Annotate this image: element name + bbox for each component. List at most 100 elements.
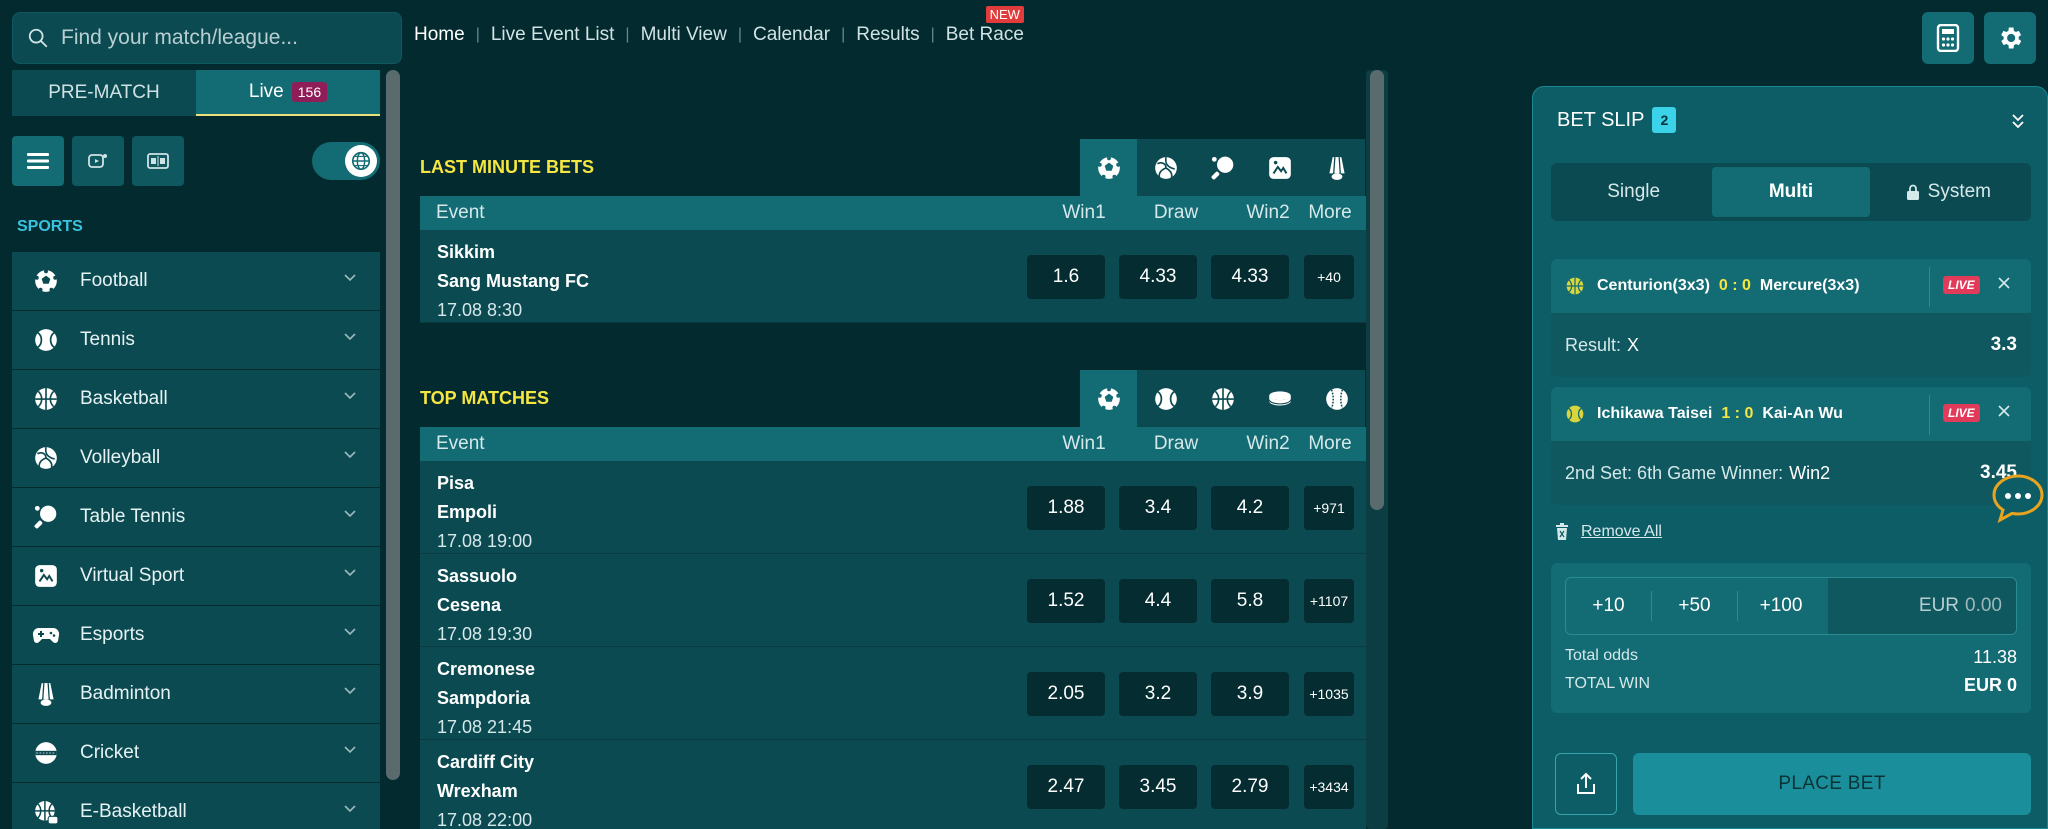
sidebar-item-badminton[interactable]: Badminton (12, 665, 380, 723)
tab-tennis[interactable] (1137, 370, 1194, 427)
odds-win2-button[interactable]: 4.33 (1211, 255, 1289, 299)
bet-market: Result: X 3.3 (1551, 313, 2031, 377)
bet-slip-header: BET SLIP 2 (1557, 107, 1677, 133)
odds-win1-button[interactable]: 1.88 (1027, 486, 1105, 530)
odds-draw-button[interactable]: 3.2 (1119, 672, 1197, 716)
tab-volleyball[interactable] (1137, 139, 1194, 196)
sport-label: Cricket (80, 742, 140, 763)
odds-draw-button[interactable]: 4.33 (1119, 255, 1197, 299)
volleyball-icon (1153, 155, 1179, 181)
sidebar-item-volleyball[interactable]: Volleyball (12, 429, 380, 487)
sports-sidebar: PRE-MATCH Live 156 SPORTS Football Tenni… (12, 70, 380, 829)
tab-pre-match[interactable]: PRE-MATCH (12, 70, 196, 116)
sidebar-item-basketball[interactable]: Basketball (12, 370, 380, 428)
stake-amount-input[interactable]: EUR 0.00 (1828, 578, 2016, 634)
table-header: Event Win1 Draw Win2 More (420, 196, 1366, 230)
video-view-button[interactable] (72, 136, 124, 186)
tab-live[interactable]: Live 156 (196, 70, 380, 116)
nav-multi-view[interactable]: Multi View (641, 24, 727, 46)
last-minute-table: Event Win1 Draw Win2 More Sikkim Sang Mu… (420, 196, 1366, 323)
scoreboard-view-button[interactable] (132, 136, 184, 186)
list-view-button[interactable] (12, 136, 64, 186)
search-input[interactable] (61, 26, 381, 50)
quick-stake-50-button[interactable]: +50 (1652, 591, 1738, 621)
chevron-down-icon (344, 687, 356, 695)
odds-win2-button[interactable]: 4.2 (1211, 486, 1289, 530)
odds-win2-button[interactable]: 3.9 (1211, 672, 1289, 716)
place-bet-button[interactable]: PLACE BET (1633, 753, 2031, 815)
tab-ice-hockey[interactable] (1251, 370, 1308, 427)
remove-all-button[interactable]: Remove All (1555, 523, 1662, 541)
total-odds-row: Total odds 11.38 (1565, 647, 2017, 668)
match-row[interactable]: Cremonese Sampdoria 17.08 21:45 2.05 3.2… (420, 647, 1366, 740)
divider (1929, 395, 1930, 435)
match-row[interactable]: Pisa Empoli 17.08 19:00 1.88 3.4 4.2 +97… (420, 461, 1366, 554)
collapse-chevron-icon[interactable] (2011, 113, 2025, 129)
top-navigation: Home | Live Event List | Multi View | Ca… (414, 6, 1024, 46)
odds-win2-button[interactable]: 5.8 (1211, 579, 1289, 623)
odds-win1-button[interactable]: 1.52 (1027, 579, 1105, 623)
sidebar-item-cricket[interactable]: Cricket (12, 724, 380, 782)
tennis-ball-icon (1565, 404, 1585, 424)
sidebar-scrollbar[interactable] (386, 70, 400, 780)
tab-table-tennis[interactable] (1194, 139, 1251, 196)
tab-football[interactable] (1080, 139, 1137, 196)
quick-stake-10-button[interactable]: +10 (1566, 591, 1652, 621)
share-button[interactable] (1555, 753, 1617, 815)
odds-win1-button[interactable]: 2.05 (1027, 672, 1105, 716)
nav-live-event-list[interactable]: Live Event List (491, 24, 615, 46)
more-markets-button[interactable]: +971 (1304, 486, 1354, 530)
new-badge: NEW (985, 6, 1024, 23)
match-date: 17.08 8:30 (437, 300, 523, 320)
match-row[interactable]: Sassuolo Cesena 17.08 19:30 1.52 4.4 5.8… (420, 554, 1366, 647)
sidebar-item-table-tennis[interactable]: Table Tennis (12, 488, 380, 546)
odds-draw-button[interactable]: 3.45 (1119, 765, 1197, 809)
odds-win1-button[interactable]: 2.47 (1027, 765, 1105, 809)
sidebar-item-e-basketball[interactable]: E-Basketball (12, 783, 380, 829)
tab-system[interactable]: System (1870, 167, 2027, 217)
tab-football[interactable] (1080, 370, 1137, 427)
chat-bubble-icon[interactable] (1990, 470, 2046, 526)
quick-stake-100-button[interactable]: +100 (1738, 591, 1824, 621)
sidebar-view-tools (12, 136, 184, 186)
globe-toggle[interactable] (312, 142, 380, 180)
total-odds-value: 11.38 (1973, 647, 2017, 667)
gamepad-icon (32, 621, 60, 649)
tab-basketball[interactable] (1194, 370, 1251, 427)
match-row[interactable]: Sikkim Sang Mustang FC 17.08 8:30 1.6 4.… (420, 230, 1366, 323)
tab-baseball[interactable] (1308, 370, 1365, 427)
match-row[interactable]: Cardiff City Wrexham 17.08 22:00 2.47 3.… (420, 740, 1366, 829)
tab-multi[interactable]: Multi (1712, 167, 1870, 217)
col-win2: Win2 (1246, 433, 1290, 454)
nav-results[interactable]: Results (856, 24, 919, 46)
sidebar-item-football[interactable]: Football (12, 252, 380, 310)
sport-list: Football Tennis Basketball Volleyball Ta… (12, 252, 380, 829)
search-bar[interactable] (12, 12, 402, 64)
tab-badminton[interactable] (1308, 139, 1365, 196)
nav-calendar[interactable]: Calendar (753, 24, 830, 46)
chevron-down-icon (344, 746, 356, 754)
more-markets-button[interactable]: +1035 (1304, 672, 1354, 716)
col-event: Event (436, 433, 485, 454)
more-markets-button[interactable]: +40 (1304, 255, 1354, 299)
bet-selection-card: Centurion(3x3) 0 : 0 Mercure(3x3) LIVE R… (1551, 259, 2031, 377)
settings-button[interactable] (1984, 12, 2036, 64)
calculator-button[interactable] (1922, 12, 1974, 64)
odds-win1-button[interactable]: 1.6 (1027, 255, 1105, 299)
center-scrollbar[interactable] (1370, 70, 1384, 510)
tab-single[interactable]: Single (1555, 167, 1712, 217)
tab-virtual-sport[interactable] (1251, 139, 1308, 196)
sidebar-item-virtual-sport[interactable]: Virtual Sport (12, 547, 380, 605)
more-markets-button[interactable]: +1107 (1304, 579, 1354, 623)
odds-draw-button[interactable]: 4.4 (1119, 579, 1197, 623)
nav-bet-race[interactable]: Bet Race NEW (946, 6, 1024, 46)
sidebar-item-tennis[interactable]: Tennis (12, 311, 380, 369)
remove-selection-close-icon[interactable] (1997, 404, 2011, 418)
remove-selection-close-icon[interactable] (1997, 276, 2011, 290)
nav-home[interactable]: Home (414, 24, 465, 46)
basketball-icon (32, 385, 60, 413)
sidebar-item-esports[interactable]: Esports (12, 606, 380, 664)
more-markets-button[interactable]: +3434 (1304, 765, 1354, 809)
odds-win2-button[interactable]: 2.79 (1211, 765, 1289, 809)
odds-draw-button[interactable]: 3.4 (1119, 486, 1197, 530)
